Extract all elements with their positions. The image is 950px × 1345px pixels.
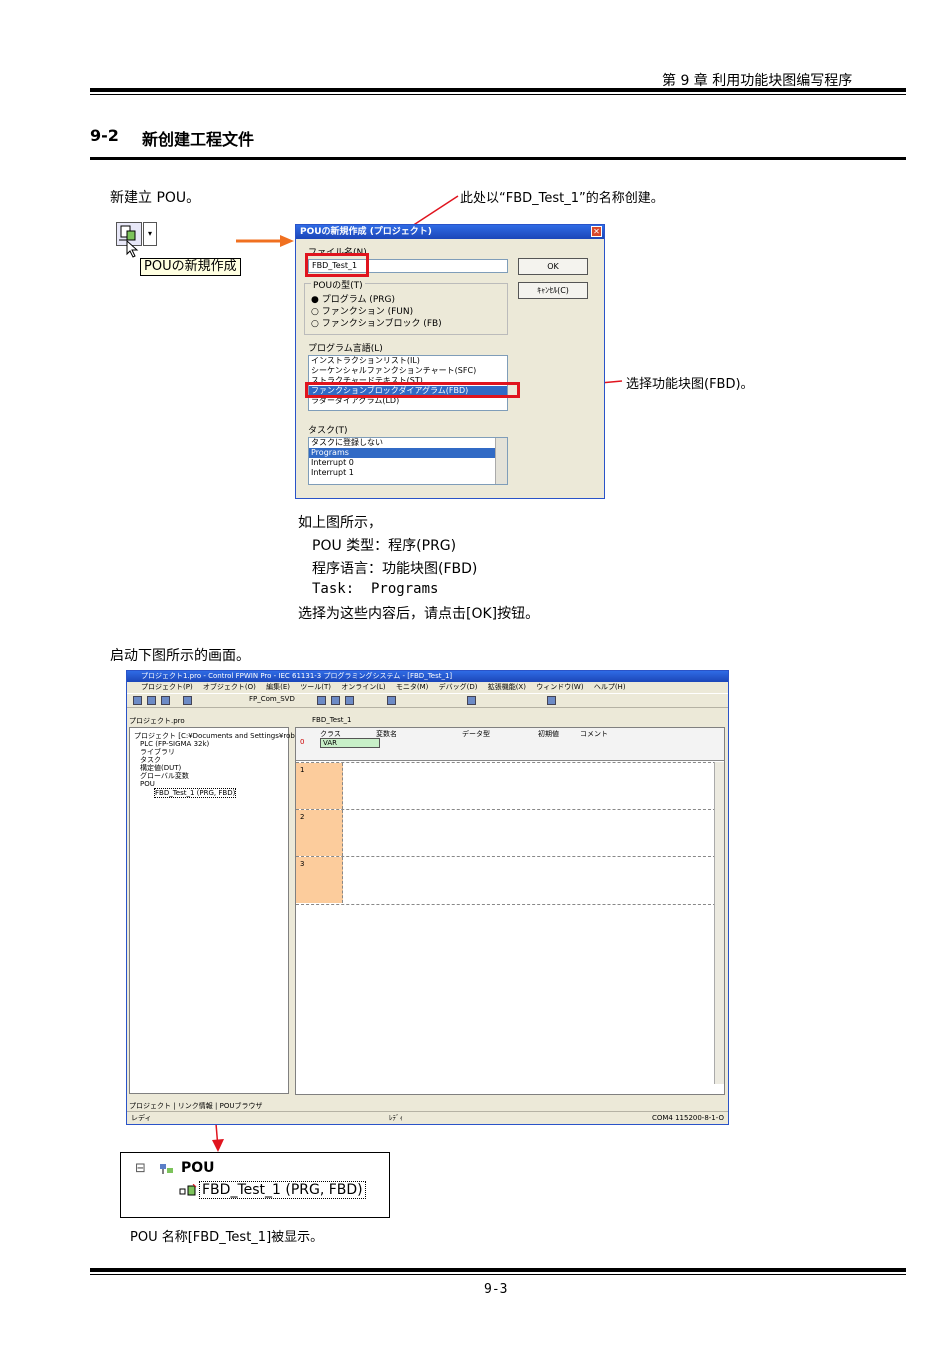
task-scrollbar[interactable] — [495, 438, 507, 484]
cut-icon[interactable] — [317, 696, 326, 705]
row-header[interactable]: 2 — [296, 810, 343, 856]
row-header[interactable]: 3 — [296, 857, 343, 903]
editor-tab[interactable]: FBD_Test_1 — [312, 716, 351, 724]
bottom-tabs: プロジェクト | リンク情報 | POUブラウザ — [129, 1102, 263, 1110]
toolbar: FP_Com_SVD — [127, 693, 728, 708]
save-icon[interactable] — [147, 696, 156, 705]
col-initial: 初期値 — [538, 730, 559, 738]
variable-header: クラス 変数名 データ型 初期値 コメント 0 VAR — [296, 728, 724, 761]
col-comment: コメント — [580, 730, 608, 738]
fbd-editor: クラス 変数名 データ型 初期値 コメント 0 VAR 1 2 3 — [295, 727, 725, 1095]
pou-type-group: POUの型(T) ● プログラム (PRG) ○ ファンクション (FUN) ○… — [304, 278, 508, 335]
new-pou-icon[interactable] — [161, 696, 170, 705]
type-radio-fb[interactable]: ○ ファンクションブロック (FB) — [311, 316, 442, 329]
menu-window[interactable]: ウィンドウ(W) — [536, 683, 583, 691]
pou-type-label: POUの型(T) — [311, 278, 365, 291]
menu-monitor[interactable]: モニタ(M) — [396, 683, 429, 691]
step2-intro: 启动下图所示的画面。 — [110, 648, 250, 664]
monitor-icon[interactable] — [547, 696, 556, 705]
print-icon[interactable] — [183, 696, 192, 705]
pou-folder-icon — [159, 1161, 175, 1175]
ide-title: プロジェクト1.pro - Control FPWIN Pro - IEC 61… — [141, 672, 453, 680]
callout-language: 选择功能块图(FBD)。 — [626, 377, 754, 392]
menu-project[interactable]: プロジェクト(P) — [141, 683, 193, 691]
explain-line2: POU 类型：程序(PRG) — [312, 538, 457, 554]
ide-window: プロジェクト1.pro - Control FPWIN Pro - IEC 61… — [126, 670, 729, 1125]
tree-item-task[interactable]: タスク — [140, 756, 161, 764]
var-row-class[interactable]: VAR — [320, 738, 380, 748]
tree-item-project[interactable]: プロジェクト [C:¥Documents and Settings¥robot — [134, 732, 302, 740]
list-item[interactable]: タスクに登録しない — [309, 438, 507, 448]
page-number: 9-3 — [484, 1282, 508, 1297]
highlight-file-name — [305, 253, 369, 277]
row-header[interactable]: 1 — [296, 763, 343, 809]
network-row[interactable]: 1 — [296, 762, 716, 810]
menu-extensions[interactable]: 拡張機能(X) — [488, 683, 526, 691]
menu-object[interactable]: オブジェクト(O) — [203, 683, 256, 691]
dialog-title-bar: POUの新規作成 (プロジェクト) ✕ — [296, 225, 604, 239]
status-left: レディ — [131, 1114, 152, 1122]
footer-rule-thin — [90, 1274, 906, 1275]
col-type: データ型 — [462, 730, 490, 738]
language-label: プログラム言語(L) — [308, 344, 383, 354]
task-list[interactable]: タスクに登録しない Programs Interrupt 0 Interrupt… — [308, 437, 508, 485]
list-item[interactable]: Interrupt 0 — [309, 458, 507, 468]
explain-line1: 如上图所示， — [298, 515, 382, 531]
tree-item-library[interactable]: ライブラリ — [140, 748, 175, 756]
menu-bar: プロジェクト(P) オブジェクト(O) 編集(E) ツール(T) オンライン(L… — [127, 682, 728, 693]
network-row[interactable]: 2 — [296, 809, 716, 857]
cancel-button[interactable]: ｷｬﾝｾﾙ(C) — [518, 282, 588, 299]
menu-debug[interactable]: デバッグ(D) — [439, 683, 478, 691]
paste-icon[interactable] — [345, 696, 354, 705]
status-mid: ﾚﾃﾞｨ — [389, 1114, 403, 1122]
inset-fbd-item[interactable]: FBD_Test_1 (PRG, FBD) — [199, 1181, 366, 1199]
tree-item-fbd-test[interactable]: FBD_Test_1 (PRG, FBD) — [154, 788, 237, 798]
highlight-fbd — [305, 382, 520, 398]
editor-scrollbar[interactable] — [714, 762, 724, 1084]
tree-item-global-vars[interactable]: グローバル変数 — [140, 772, 189, 780]
list-item[interactable]: シーケンシャルファンクションチャート(SFC) — [309, 366, 507, 376]
close-icon[interactable]: ✕ — [591, 226, 602, 237]
result-caption: POU 名称[FBD_Test_1]被显示。 — [130, 1230, 324, 1245]
var-row-number: 0 — [300, 738, 305, 746]
pou-program-icon — [179, 1183, 197, 1197]
callout-name: 此处以“FBD_Test_1”的名称创建。 — [460, 191, 664, 206]
tab-pou-browser[interactable]: POUブラウザ — [220, 1102, 263, 1110]
menu-help[interactable]: ヘルプ(H) — [594, 683, 626, 691]
task-label: タスク(T) — [308, 426, 348, 436]
explain-line3: 程序语言：功能块图(FBD) — [312, 561, 478, 577]
tree-item-pou[interactable]: POU — [140, 780, 155, 788]
menu-tools[interactable]: ツール(T) — [300, 683, 331, 691]
inset-pou-node: POU — [181, 1160, 215, 1176]
status-right: COM4 115200-8-1-O — [651, 1114, 724, 1122]
ok-button[interactable]: OK — [518, 258, 588, 275]
tree-zoom-inset: ⊟ POU FBD_Test_1 (PRG, FBD) — [120, 1152, 390, 1218]
footer-rule — [90, 1268, 906, 1272]
tree-item-dut[interactable]: 構定値(DUT) — [140, 764, 181, 772]
status-bar: レディ ﾚﾃﾞｨ COM4 115200-8-1-O — [127, 1111, 728, 1124]
tab-link-info[interactable]: リンク情報 — [178, 1102, 213, 1110]
tree-expander: ⊟ — [135, 1161, 146, 1176]
list-item[interactable]: インストラクションリスト(IL) — [309, 356, 507, 366]
tab-project[interactable]: プロジェクト — [129, 1102, 171, 1110]
open-icon[interactable] — [133, 696, 142, 705]
toolbar-combo[interactable]: FP_Com_SVD — [249, 695, 295, 703]
menu-edit[interactable]: 編集(E) — [266, 683, 290, 691]
list-item-selected[interactable]: Programs — [309, 448, 507, 458]
network-row[interactable]: 3 — [296, 856, 716, 905]
menu-online[interactable]: オンライン(L) — [341, 683, 385, 691]
project-tree: プロジェクト [C:¥Documents and Settings¥robot … — [129, 727, 302, 1094]
explain-line4: Task: Programs — [312, 581, 439, 597]
list-item[interactable]: Interrupt 1 — [309, 468, 507, 478]
tree-tab[interactable]: プロジェクト.pro — [129, 716, 185, 726]
copy-icon[interactable] — [331, 696, 340, 705]
compile-icon[interactable] — [467, 696, 476, 705]
dialog-title: POUの新規作成 (プロジェクト) — [300, 227, 432, 237]
ide-title-bar: プロジェクト1.pro - Control FPWIN Pro - IEC 61… — [127, 671, 728, 682]
find-icon[interactable] — [387, 696, 396, 705]
explain-line5: 选择为这些内容后，请点击[OK]按钮。 — [298, 606, 540, 622]
tree-item-plc[interactable]: PLC (FP-SIGMA 32k) — [140, 740, 209, 748]
